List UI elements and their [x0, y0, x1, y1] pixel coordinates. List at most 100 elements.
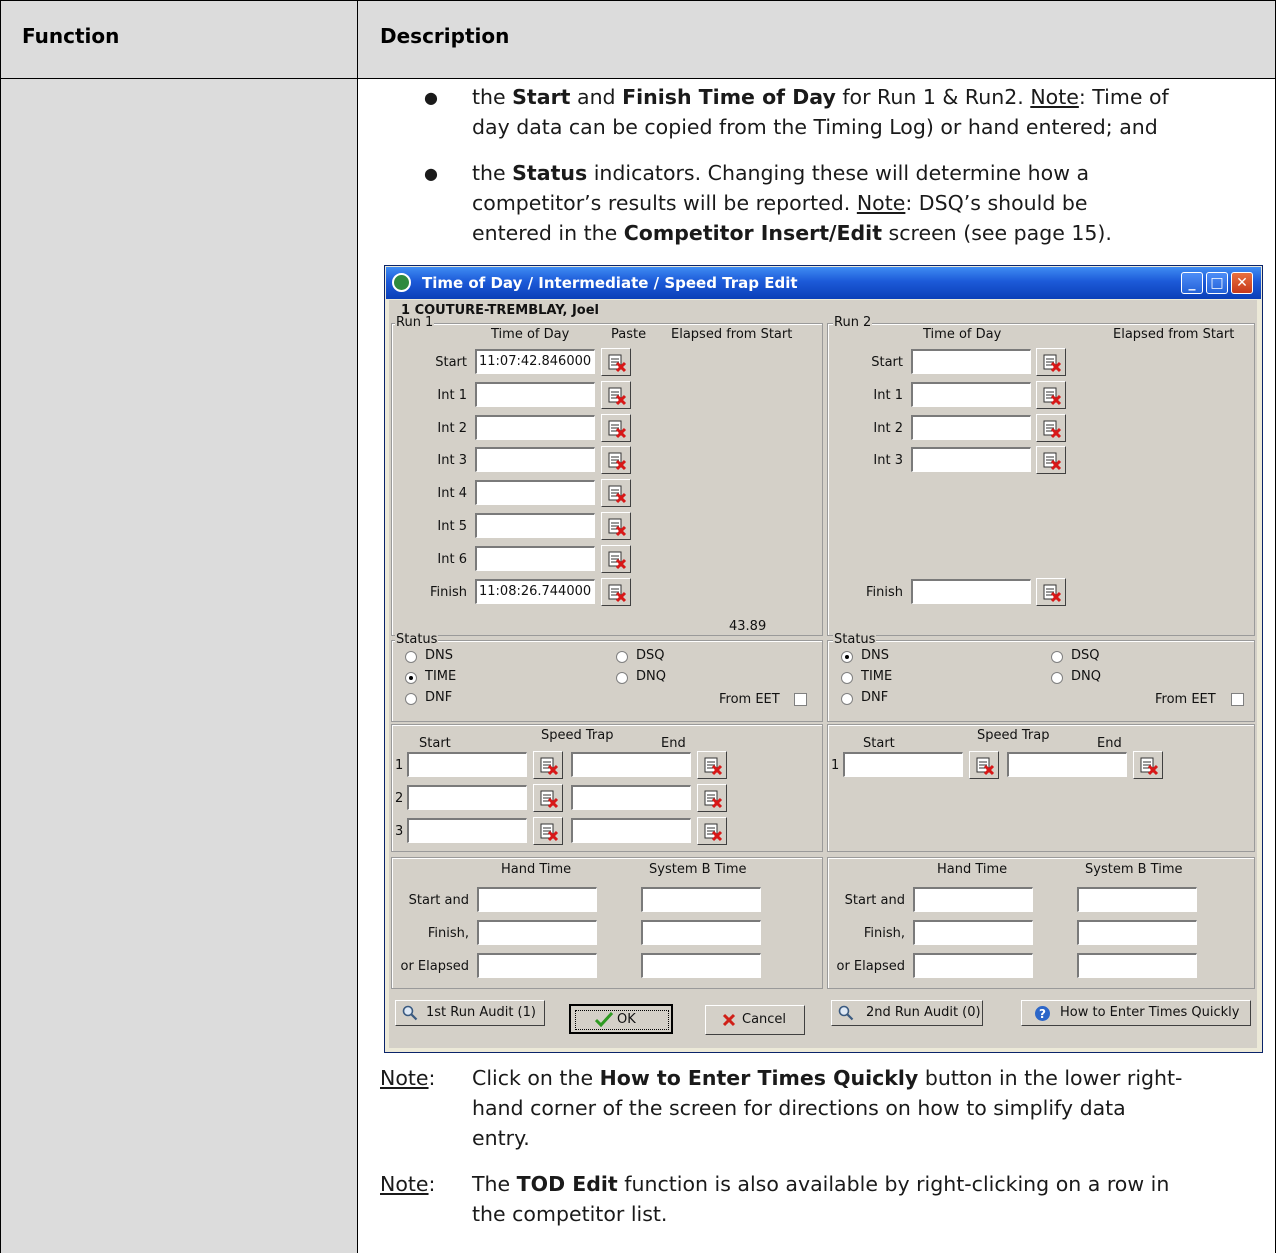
paste-button[interactable] [533, 817, 563, 845]
status1-from-eet-label: From EET [719, 692, 780, 707]
second-run-audit-button[interactable]: 2nd Run Audit (0) [831, 1000, 983, 1026]
hand2-hand-finish-field[interactable] [913, 920, 1033, 945]
speed2-title: Speed Trap [977, 728, 1050, 743]
first-run-audit-button[interactable]: 1st Run Audit (1) [395, 1000, 545, 1026]
ok-label: OK [617, 1012, 636, 1027]
status2-from-eet-checkbox[interactable] [1231, 693, 1244, 706]
status1-dsq-label: DSQ [636, 648, 665, 663]
speed-end-field[interactable] [571, 785, 691, 810]
hand1-sysb-elapsed-field[interactable] [641, 953, 761, 978]
run1-tod-field[interactable] [475, 381, 595, 407]
speed-end-field[interactable] [571, 752, 691, 777]
status2-dnf-radio[interactable] [841, 693, 853, 705]
paste-button[interactable] [601, 577, 631, 606]
run1-tod-field[interactable] [475, 414, 595, 440]
speed-start-field[interactable] [407, 785, 527, 810]
hand2-sysb-start-field[interactable] [1077, 887, 1197, 912]
run1-tod-field[interactable] [475, 545, 595, 571]
paste-icon [540, 757, 559, 776]
status2-time-radio[interactable] [841, 672, 853, 684]
paste-button[interactable] [601, 446, 631, 475]
status1-time-radio[interactable] [405, 672, 417, 684]
paste-button[interactable] [697, 817, 727, 845]
run2-row-label: Finish [865, 584, 903, 600]
close-button[interactable]: ✕ [1231, 272, 1253, 294]
bullet-2-line-3: entered in the Competitor Insert/Edit sc… [472, 221, 1112, 245]
status1-dnq-radio[interactable] [616, 672, 628, 684]
hand1-hand-finish-field[interactable] [477, 920, 597, 945]
paste-button[interactable] [1036, 413, 1066, 442]
minimize-button[interactable]: _ [1181, 272, 1203, 294]
speed-start-field[interactable] [407, 752, 527, 777]
paste-button[interactable] [533, 751, 563, 779]
paste-button[interactable] [1036, 380, 1066, 409]
hand2-hand-start-field[interactable] [913, 887, 1033, 912]
hand1-hand-label: Hand Time [501, 862, 572, 877]
run2-tod-field[interactable] [911, 447, 1031, 473]
run1-tod-field[interactable] [475, 513, 595, 538]
hand2-sysb-finish-field[interactable] [1077, 920, 1197, 945]
status2-dsq-radio[interactable] [1051, 651, 1063, 663]
status2-dns-radio[interactable] [841, 651, 853, 663]
paste-icon [1043, 584, 1062, 602]
status1-dns-radio[interactable] [405, 651, 417, 663]
paste-button[interactable] [601, 479, 631, 508]
tod-edit-dialog: Time of Day / Intermediate / Speed Trap … [384, 265, 1263, 1053]
hand1-sysb-start-field[interactable] [641, 887, 761, 912]
run2-tod-field[interactable] [911, 349, 1031, 374]
ok-button[interactable]: OK [569, 1004, 673, 1034]
paste-button[interactable] [1036, 577, 1066, 606]
paste-button[interactable] [1036, 348, 1066, 376]
hand2-finish-label: Finish, [863, 926, 905, 941]
hand1-hand-elapsed-field[interactable] [477, 953, 597, 978]
run1-tod-field[interactable]: 11:08:26.744000 [475, 578, 595, 604]
paste-icon [608, 354, 627, 373]
maximize-button[interactable]: □ [1206, 272, 1228, 294]
speed-end-field[interactable] [571, 818, 691, 843]
paste-icon [1043, 387, 1062, 405]
speed-end-field[interactable] [1007, 752, 1127, 777]
paste-button[interactable] [1036, 446, 1066, 475]
status1-from-eet-checkbox[interactable] [794, 693, 807, 706]
status2-from-eet-label: From EET [1155, 692, 1216, 707]
speed1-title: Speed Trap [541, 728, 614, 743]
bullet-1-line-1: the Start and Finish Time of Day for Run… [472, 85, 1169, 109]
run1-tod-field[interactable] [475, 480, 595, 506]
paste-button[interactable] [601, 380, 631, 409]
status2-time-label: TIME [861, 669, 893, 684]
bullet-2-line-1: the Status indicators. Changing these wi… [472, 161, 1090, 185]
status1-dsq-radio[interactable] [616, 651, 628, 663]
paste-button[interactable] [601, 413, 631, 442]
bullet-dot: ● [424, 88, 438, 107]
hand2-sysb-elapsed-field[interactable] [1077, 953, 1197, 978]
paste-button[interactable] [601, 348, 631, 376]
speed-start-field[interactable] [843, 752, 963, 777]
speed-start-field[interactable] [407, 818, 527, 843]
status1-time-label: TIME [425, 669, 457, 684]
run1-row-label: Int 1 [437, 387, 467, 403]
cancel-button[interactable]: Cancel [705, 1005, 805, 1035]
paste-button[interactable] [697, 751, 727, 779]
paste-button[interactable] [601, 544, 631, 573]
bullet-1-line-2: day data can be copied from the Timing L… [472, 115, 1158, 139]
how-to-enter-times-button[interactable]: ? How to Enter Times Quickly [1021, 1000, 1251, 1026]
hand1-hand-start-field[interactable] [477, 887, 597, 912]
run2-tod-field[interactable] [911, 578, 1031, 604]
svg-text:?: ? [1039, 1007, 1046, 1021]
status2-dnq-radio[interactable] [1051, 672, 1063, 684]
paste-button[interactable] [601, 512, 631, 540]
paste-button[interactable] [969, 751, 999, 779]
run1-tod-field[interactable] [475, 447, 595, 473]
hand2-hand-elapsed-field[interactable] [913, 953, 1033, 978]
run1-tod-field[interactable]: 11:07:42.846000 [475, 349, 595, 374]
paste-button[interactable] [1133, 751, 1163, 779]
hand2-start-label: Start and [844, 893, 905, 908]
note-2-line-1: The TOD Edit function is also available … [472, 1172, 1170, 1196]
paste-button[interactable] [533, 784, 563, 812]
status1-dnf-radio[interactable] [405, 693, 417, 705]
speed-row-number: 1 [831, 758, 840, 773]
run2-tod-field[interactable] [911, 381, 1031, 407]
hand1-sysb-finish-field[interactable] [641, 920, 761, 945]
paste-button[interactable] [697, 784, 727, 812]
run2-tod-field[interactable] [911, 414, 1031, 440]
